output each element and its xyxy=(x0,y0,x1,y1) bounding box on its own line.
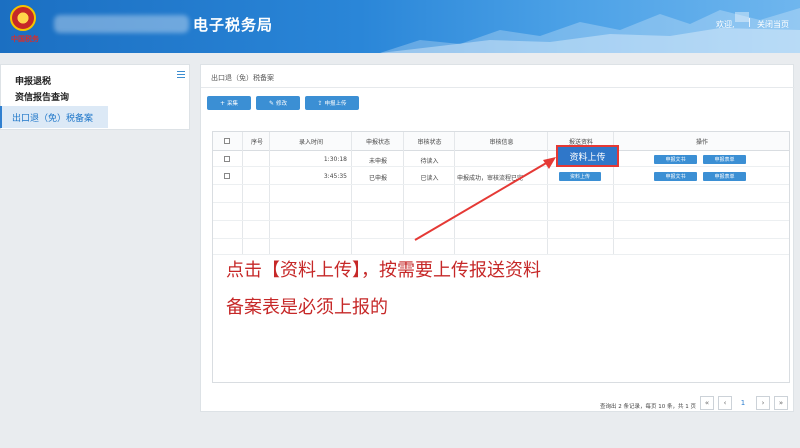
row1-upload-button[interactable]: 资料上传 xyxy=(556,145,619,167)
row2-audit-info: 申报成功，审核流程已完 xyxy=(457,175,524,182)
row2-declare-doc-button[interactable]: 申报文书 xyxy=(654,172,697,181)
row2-upload-button[interactable]: 资料上传 xyxy=(559,172,601,181)
breadcrumb: 出口退（免）税备案 xyxy=(211,74,274,82)
prev-page-button[interactable]: ‹ xyxy=(718,396,732,410)
close-page-link[interactable]: 关闭当页 xyxy=(757,19,789,30)
collect-button[interactable]: + 采集 xyxy=(207,96,251,110)
sidebar-item-export-refund-filing[interactable]: 出口退（免）税备案 xyxy=(0,106,108,128)
select-all-checkbox[interactable] xyxy=(224,138,230,144)
row1-declare-form-button[interactable]: 申报表单 xyxy=(703,155,746,164)
row2-time: 3:45:35 xyxy=(323,173,347,180)
site-title: 电子税务局 xyxy=(193,16,274,34)
row1-time: 1:30:18 xyxy=(323,156,347,163)
current-page[interactable]: 1 xyxy=(736,396,750,410)
menu-item-credit-report[interactable]: 资信报告查询 xyxy=(15,90,69,103)
row2-declare-status: 已申报 xyxy=(368,175,387,182)
row1-audit-status: 待读入 xyxy=(420,158,439,165)
sidebar-item-label: 出口退（免）税备案 xyxy=(12,114,94,124)
row-checkbox[interactable] xyxy=(224,156,230,162)
pagination-info: 查询出 2 条记录，每页 10 条，共 1 页 xyxy=(600,404,696,410)
next-page-button[interactable]: › xyxy=(756,396,770,410)
col-header-time: 录入时间 xyxy=(298,139,323,146)
declare-upload-button[interactable]: ⇪ 申报上传 xyxy=(305,96,359,110)
blurred-province-name xyxy=(54,15,189,33)
logo-text: 中国税务 xyxy=(11,35,39,43)
plus-icon: + xyxy=(219,99,225,107)
annotation-line-2: 备案表是必须上报的 xyxy=(226,297,388,318)
upload-icon: ⇪ xyxy=(317,99,323,107)
row1-declare-doc-button[interactable]: 申报文书 xyxy=(654,155,697,164)
row2-audit-status: 已读入 xyxy=(420,175,439,182)
menu-toggle-icon[interactable] xyxy=(177,71,185,78)
annotation-line-1: 点击【资料上传】，按需要上传报送资料 xyxy=(226,260,541,281)
first-page-button[interactable]: « xyxy=(700,396,714,410)
col-header-declare-status: 申报状态 xyxy=(365,139,390,146)
edit-button[interactable]: ✎ 修改 xyxy=(256,96,300,110)
last-page-button[interactable]: » xyxy=(774,396,788,410)
col-header-audit-status: 审核状态 xyxy=(417,139,442,146)
menu-group-declare-refund[interactable]: 申报退税 xyxy=(15,74,51,87)
welcome-text: 欢迎, xyxy=(716,20,735,29)
main-panel: 出口退（免）税备案 + 采集 ✎ 修改 ⇪ 申报上传 序号 录入时间 申报状态 … xyxy=(200,64,795,412)
divider xyxy=(201,87,795,88)
top-header: 中国税务 电子税务局 欢迎, | 关闭当页 xyxy=(0,0,800,53)
row1-declare-status: 未申报 xyxy=(368,158,387,165)
col-header-index: 序号 xyxy=(250,139,263,146)
row-checkbox[interactable] xyxy=(224,173,230,179)
great-wall-background xyxy=(380,8,800,53)
col-header-actions: 操作 xyxy=(695,139,708,146)
edit-icon: ✎ xyxy=(268,99,274,107)
col-header-audit-info: 审核信息 xyxy=(489,139,514,146)
tax-emblem-icon xyxy=(10,5,36,31)
row2-declare-form-button[interactable]: 申报表单 xyxy=(703,172,746,181)
header-separator: | xyxy=(748,18,752,28)
